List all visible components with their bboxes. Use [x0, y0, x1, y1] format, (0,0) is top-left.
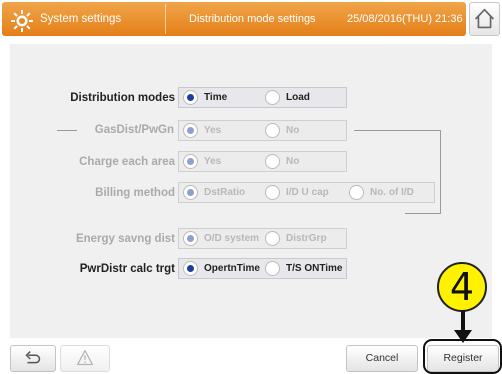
back-button[interactable]	[10, 345, 56, 372]
radio-energy-distrgrp: DistrGrp	[265, 231, 327, 246]
distribution-modes-label: Distribution modes	[70, 92, 175, 104]
return-icon	[25, 351, 41, 364]
radio-billing-no-of-id: No. of I/D	[349, 185, 414, 200]
radio-billing-dstratio: DstRatio	[183, 185, 245, 200]
warning-button[interactable]	[60, 345, 110, 372]
gasdist-pwgn-label: GasDist/PwGn	[94, 124, 174, 136]
register-highlight-frame	[423, 339, 502, 374]
home-icon	[475, 8, 494, 29]
billing-method-label: Billing method	[95, 187, 175, 199]
settings-panel: Distribution modes Time Load GasDist/PwG…	[10, 44, 492, 338]
pwrdistr-calc-trgt-options: OpertnTime T/S ONTime	[178, 258, 347, 279]
warning-triangle-icon	[76, 349, 94, 366]
sun-gear-icon	[11, 10, 33, 32]
radio-gasdist-yes: Yes	[183, 123, 221, 138]
group-frame-right	[440, 130, 441, 213]
radio-energy-od-system: O/D system	[183, 231, 259, 246]
gasdist-pwgn-options: Yes No	[178, 120, 347, 141]
radio-time[interactable]: Time	[183, 90, 227, 105]
charge-each-area-options: Yes No	[178, 151, 347, 172]
title-banner: System settings Distribution mode settin…	[2, 2, 466, 36]
group-frame-bottom	[405, 213, 441, 214]
radio-billing-id-u-cap: I/D U cap	[265, 185, 329, 200]
radio-charge-yes: Yes	[183, 154, 221, 169]
energy-savng-dist-options: O/D system DistrGrp	[178, 228, 347, 249]
pwrdistr-calc-trgt-label: PwrDistr calc trgt	[79, 263, 175, 275]
radio-ts-ontime[interactable]: T/S ONTime	[265, 261, 343, 276]
charge-each-area-label: Charge each area	[79, 156, 175, 168]
billing-method-options: DstRatio I/D U cap No. of I/D	[178, 182, 435, 203]
title-separator	[165, 4, 166, 34]
app-title: System settings	[40, 13, 122, 25]
screen-title: Distribution mode settings	[189, 13, 316, 25]
title-bar: System settings Distribution mode settin…	[0, 0, 502, 38]
radio-load[interactable]: Load	[265, 90, 310, 105]
energy-savng-dist-label: Energy savng dist	[75, 233, 175, 245]
step-callout-badge: 4	[437, 262, 487, 312]
home-button[interactable]	[469, 2, 500, 36]
radio-opertntime[interactable]: OpertnTime	[183, 261, 260, 276]
radio-charge-no: No	[265, 154, 299, 169]
radio-gasdist-no: No	[265, 123, 299, 138]
distribution-modes-options: Time Load	[178, 87, 347, 108]
datetime-display: 25/08/2016(THU) 21:36	[347, 13, 463, 25]
group-frame-top-right	[354, 130, 440, 131]
cancel-button[interactable]: Cancel	[346, 345, 418, 372]
